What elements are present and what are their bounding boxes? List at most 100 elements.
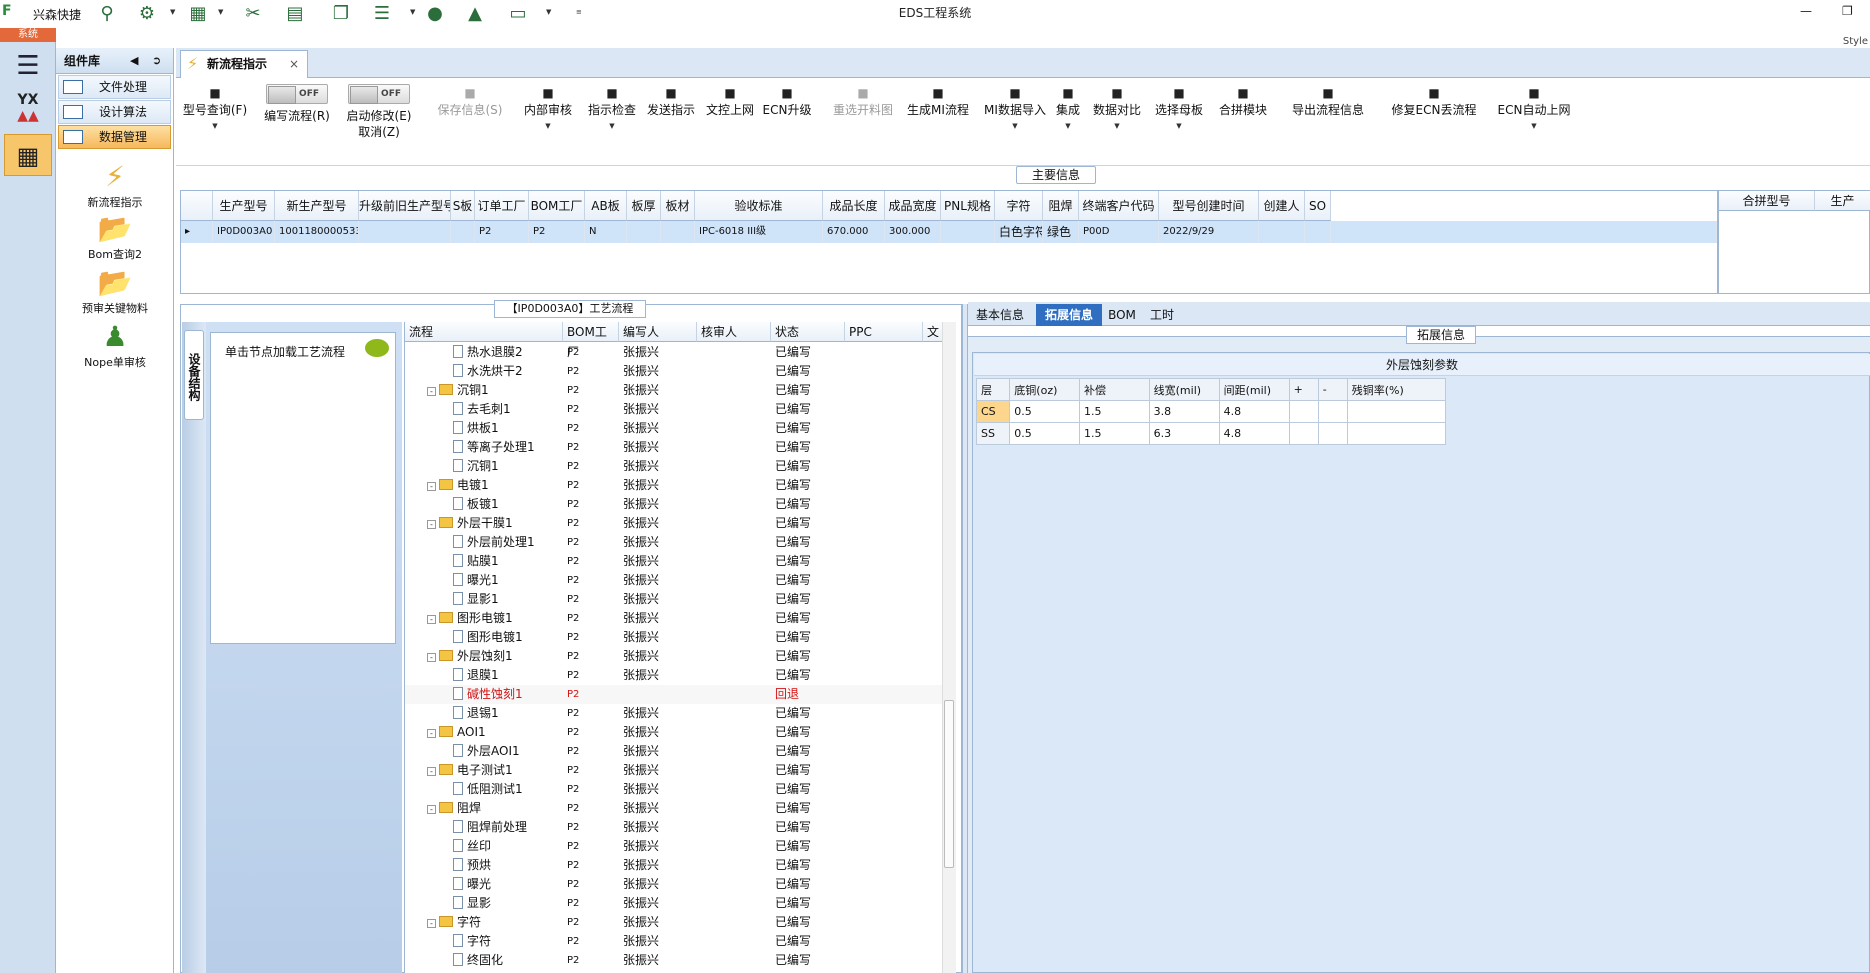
etch-cell[interactable] <box>1346 400 1447 423</box>
style-label[interactable]: Style <box>1843 36 1868 47</box>
tree-row[interactable]: - 沉铜1 P2 张振兴 已编写 <box>405 381 945 400</box>
column-header[interactable]: PNL规格 <box>941 191 995 221</box>
tree-row[interactable]: 阻焊前处理 P2 张振兴 已编写 <box>405 818 945 837</box>
tree-row[interactable]: 终固化 P2 张振兴 已编写 <box>405 951 945 970</box>
tree-row[interactable]: - 外层蚀刻1 P2 张振兴 已编写 <box>405 647 945 666</box>
table-cell[interactable]: N <box>585 221 627 243</box>
table-cell[interactable]: 10011800005337 <box>275 221 359 243</box>
ribbon-button-8[interactable]: ■ ECN升级 <box>760 84 814 118</box>
restore-icon[interactable]: ❐ <box>1842 4 1853 18</box>
ribbon-button-4[interactable]: ■ 内部审核 ▼ <box>512 84 584 134</box>
tool-bom-query[interactable]: 📂 Bom查询2 <box>56 212 174 262</box>
column-header[interactable]: 成品宽度 <box>885 191 941 221</box>
column-header[interactable]: 合拼型号 <box>1719 191 1815 211</box>
tool-new-process[interactable]: ⚡ 新流程指示 <box>56 160 174 210</box>
table-cell[interactable]: P2 <box>529 221 585 243</box>
column-header[interactable]: 升级前旧生产型号 <box>359 191 451 221</box>
column-header[interactable]: 阻焊 <box>1043 191 1079 221</box>
column-header[interactable]: 订单工厂 <box>475 191 529 221</box>
collapse-icon[interactable]: - <box>427 767 436 776</box>
tree-row[interactable]: - 图形电镀1 P2 张振兴 已编写 <box>405 609 945 628</box>
etch-cell[interactable] <box>1346 422 1447 445</box>
tab-new-process[interactable]: ⚡ 新流程指示 × <box>180 50 308 78</box>
tree-row[interactable]: 外层AOI1 P2 张振兴 已编写 <box>405 742 945 761</box>
tree-row[interactable]: - 外层干膜1 P2 张振兴 已编写 <box>405 514 945 533</box>
tab-equipment-structure[interactable]: 设备结构 <box>184 330 204 420</box>
collapse-icon[interactable]: - <box>427 520 436 529</box>
table-cell[interactable]: 300.000 <box>885 221 941 243</box>
etch-cell[interactable]: 1.5 <box>1079 400 1150 423</box>
tree-row[interactable]: 碱性蚀刻1 P2 回退 <box>405 685 945 704</box>
tree-row[interactable]: 曝光1 P2 张振兴 已编写 <box>405 571 945 590</box>
vertical-scrollbar[interactable] <box>942 322 956 973</box>
table-cell[interactable] <box>1305 221 1331 243</box>
tree-row[interactable]: - 电镀1 P2 张振兴 已编写 <box>405 476 945 495</box>
menu-icon[interactable]: ☰ <box>8 48 48 84</box>
etch-cell[interactable] <box>1288 400 1319 423</box>
etch-cell[interactable] <box>1317 422 1348 445</box>
column-header[interactable]: AB板 <box>585 191 627 221</box>
column-header[interactable]: 板材 <box>661 191 695 221</box>
ribbon-button-11[interactable]: ■ MI数据导入 ▼ <box>976 84 1054 134</box>
tree-row[interactable]: 曝光 P2 张振兴 已编写 <box>405 875 945 894</box>
table-cell[interactable]: 2022/9/29 <box>1159 221 1259 243</box>
chevron-down-icon[interactable]: ▼ <box>1088 118 1146 134</box>
tree-column-header[interactable]: BOM工厂 <box>563 322 619 359</box>
column-header[interactable]: 字符 <box>995 191 1043 221</box>
table-cell[interactable]: 670.000 <box>823 221 885 243</box>
toggle-switch[interactable]: OFF <box>348 84 410 104</box>
table-cell[interactable] <box>941 221 995 243</box>
etch-column-header[interactable]: 残铜率(%) <box>1346 378 1447 401</box>
tree-row[interactable]: 去毛刺1 P2 张振兴 已编写 <box>405 400 945 419</box>
ribbon-button-1[interactable]: OFF 编写流程(R) <box>258 84 336 124</box>
etch-column-header[interactable]: + <box>1288 378 1319 401</box>
tab-extended-info[interactable]: 拓展信息 <box>1036 304 1102 326</box>
tree-row[interactable]: 低阻测试1 P2 张振兴 已编写 <box>405 780 945 799</box>
ribbon-button-13[interactable]: ■ 数据对比 ▼ <box>1088 84 1146 134</box>
collapse-icon[interactable]: - <box>427 615 436 624</box>
tool-prereview-material[interactable]: 📂 预审关键物料 <box>56 266 174 316</box>
chevron-down-icon[interactable]: ▼ <box>512 118 584 134</box>
etch-column-header[interactable]: 线宽(mil) <box>1148 378 1220 401</box>
chevron-down-icon[interactable]: ▼ <box>180 118 250 134</box>
tree-row[interactable]: 板镀1 P2 张振兴 已编写 <box>405 495 945 514</box>
column-header[interactable]: 成品长度 <box>823 191 885 221</box>
tab-basic-info[interactable]: 基本信息 <box>968 304 1032 326</box>
tree-row[interactable]: - AOI1 P2 张振兴 已编写 <box>405 723 945 742</box>
etch-column-header[interactable]: 底铜(oz) <box>1009 378 1081 401</box>
table-cell[interactable] <box>451 221 475 243</box>
tree-column-header[interactable]: 流程 <box>405 322 563 342</box>
etch-cell[interactable]: SS <box>975 422 1011 445</box>
ribbon-button-10[interactable]: ■ 生成MI流程 <box>896 84 980 118</box>
collapse-icon[interactable]: - <box>427 805 436 814</box>
tree-row[interactable]: 字符 P2 张振兴 已编写 <box>405 932 945 951</box>
tree-row[interactable]: 图形电镀1 P2 张振兴 已编写 <box>405 628 945 647</box>
column-header[interactable]: 板厚 <box>627 191 661 221</box>
column-header[interactable]: S板 <box>451 191 475 221</box>
tree-row[interactable]: - 电子测试1 P2 张振兴 已编写 <box>405 761 945 780</box>
etch-cell[interactable]: 0.5 <box>1009 422 1081 445</box>
scrollbar-thumb[interactable] <box>944 700 954 868</box>
tree-row[interactable]: 显影1 P2 张振兴 已编写 <box>405 590 945 609</box>
ribbon-button-18[interactable]: ■ ECN自动上网 ▼ <box>1488 84 1580 134</box>
table-cell[interactable]: IPC-6018 III级 <box>695 221 823 243</box>
tree-row[interactable]: 热水退膜2 P2 张振兴 已编写 <box>405 343 945 362</box>
column-header[interactable]: SO <box>1305 191 1331 221</box>
etch-cell[interactable]: 4.8 <box>1218 400 1290 423</box>
etch-cell[interactable]: 6.3 <box>1148 422 1220 445</box>
minimize-icon[interactable]: — <box>1800 4 1812 18</box>
chevron-down-icon[interactable]: ▼ <box>1488 118 1580 134</box>
toggle-switch[interactable]: OFF <box>266 84 328 104</box>
table-cell[interactable] <box>1259 221 1305 243</box>
tree-row[interactable]: 等离子处理1 P2 张振兴 已编写 <box>405 438 945 457</box>
tree-row[interactable]: 丝印 P2 张振兴 已编写 <box>405 837 945 856</box>
column-header[interactable]: 新生产型号 <box>275 191 359 221</box>
column-header[interactable]: 验收标准 <box>695 191 823 221</box>
etch-cell[interactable]: 1.5 <box>1079 422 1150 445</box>
tree-column-header[interactable]: 核审人 <box>697 322 771 342</box>
ribbon-button-7[interactable]: ■ 文控上网 <box>698 84 762 118</box>
calculator-icon[interactable]: ▦ <box>8 138 48 174</box>
tree-column-header[interactable]: PPC <box>845 322 923 342</box>
comp-item-data-management[interactable]: 数据管理 <box>58 125 171 149</box>
table-cell[interactable]: 白色字符 <box>995 221 1043 243</box>
